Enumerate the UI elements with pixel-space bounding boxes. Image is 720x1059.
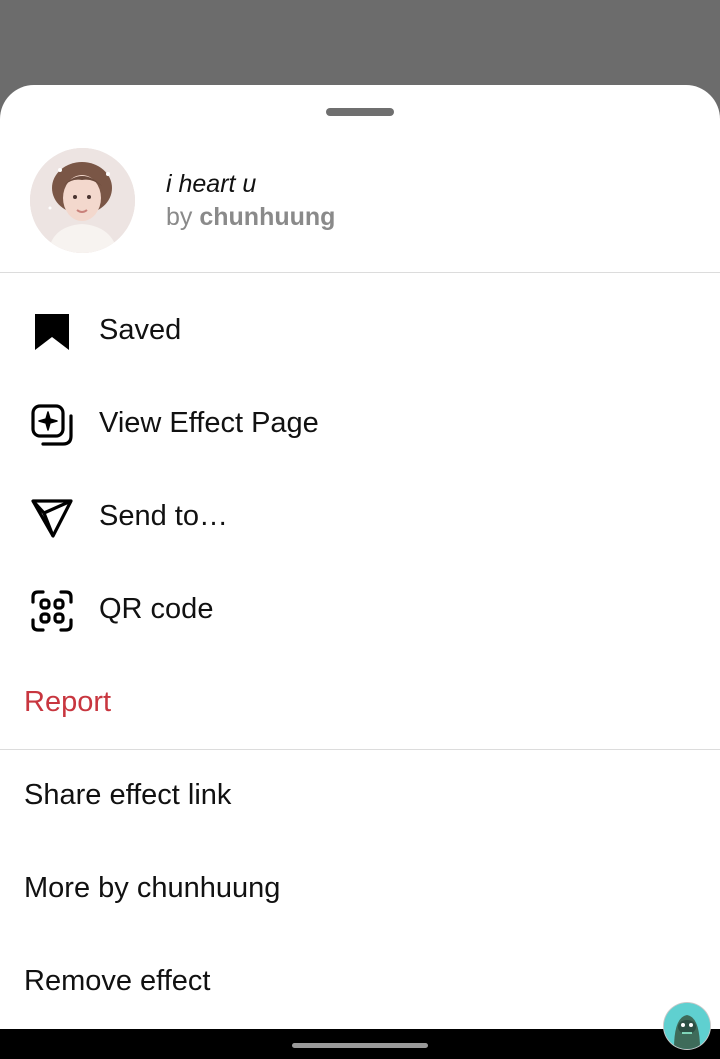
effect-page-icon [30, 403, 74, 447]
send-to-menu-item[interactable]: Send to… [0, 471, 720, 564]
share-effect-link-item[interactable]: Share effect link [0, 750, 720, 843]
more-by-author-label: More by chunhuung [24, 872, 281, 904]
remove-effect-label: Remove effect [24, 965, 211, 997]
report-label: Report [24, 686, 112, 718]
view-effect-page-menu-item[interactable]: View Effect Page [0, 378, 720, 471]
system-navigation-bar [0, 1029, 720, 1059]
sheet-drag-handle[interactable] [326, 108, 394, 116]
remove-effect-item[interactable]: Remove effect [0, 936, 720, 1029]
saved-menu-item[interactable]: Saved [0, 285, 720, 378]
avatar-portrait-icon [30, 148, 135, 253]
byline-prefix: by [166, 203, 193, 231]
saved-label: Saved [99, 314, 182, 346]
effect-creator-avatar[interactable] [30, 148, 135, 253]
header-divider [0, 272, 720, 273]
effect-byline: by chunhuung [166, 203, 335, 232]
effect-header: i heart u by chunhuung [0, 147, 720, 272]
more-by-author-item[interactable]: More by chunhuung [0, 843, 720, 936]
view-effect-page-label: View Effect Page [99, 407, 319, 439]
send-icon [30, 496, 74, 540]
qr-code-icon [30, 589, 74, 633]
share-effect-link-label: Share effect link [24, 779, 232, 811]
qr-code-menu-item[interactable]: QR code [0, 564, 720, 657]
bookmark-filled-icon [30, 310, 74, 354]
home-gesture-pill[interactable] [292, 1043, 428, 1048]
effect-title: i heart u [166, 170, 257, 198]
send-to-label: Send to… [99, 500, 228, 532]
qr-code-label: QR code [99, 593, 214, 625]
effect-author-link[interactable]: chunhuung [199, 203, 335, 231]
report-menu-item[interactable]: Report [0, 657, 720, 750]
effect-options-sheet: i heart u by chunhuung Saved View Effect… [0, 85, 720, 1029]
floating-assistant-bubble-icon[interactable] [664, 1003, 710, 1049]
